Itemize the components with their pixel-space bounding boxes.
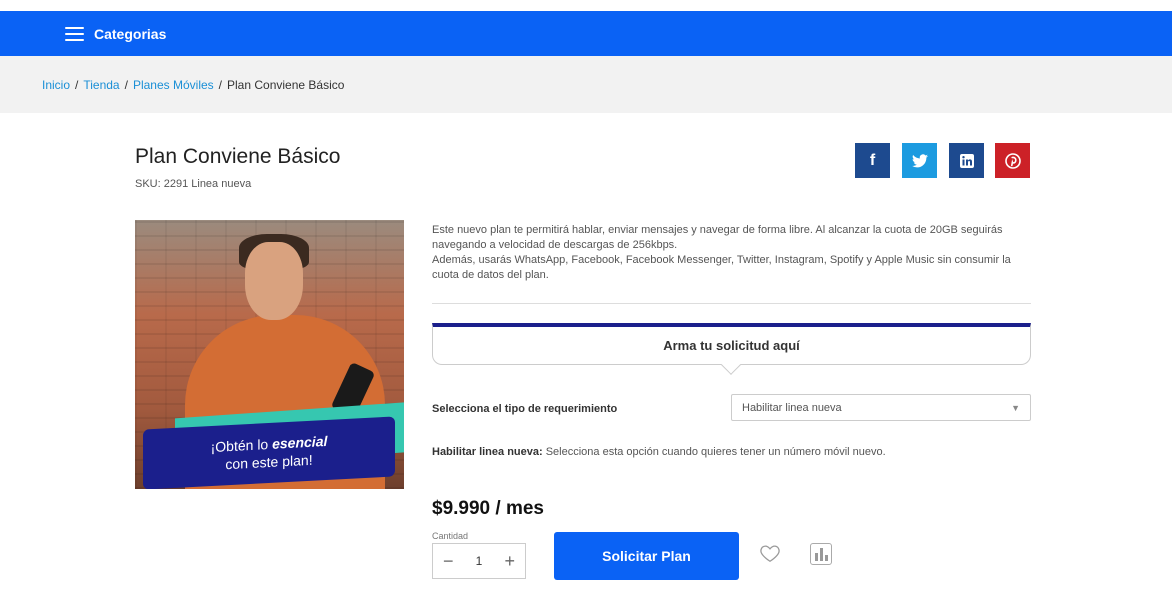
- pinterest-share-button[interactable]: [995, 143, 1030, 178]
- breadcrumb-home[interactable]: Inicio: [42, 78, 70, 92]
- linkedin-icon: [959, 153, 974, 168]
- help-bold: Habilitar linea nueva:: [432, 446, 543, 458]
- breadcrumb-mobile-plans[interactable]: Planes Móviles: [133, 78, 214, 92]
- quantity-label: Cantidad: [432, 531, 469, 541]
- categories-button[interactable]: Categorias: [94, 26, 166, 42]
- heart-icon[interactable]: [759, 542, 781, 564]
- twitter-icon: [911, 153, 928, 167]
- request-plan-button[interactable]: Solicitar Plan: [554, 532, 739, 580]
- product-image: ¡Obtén lo esencial con este plan!: [135, 220, 404, 489]
- breadcrumb-separator: /: [75, 77, 79, 92]
- increment-button[interactable]: +: [504, 551, 515, 572]
- top-navbar: Categorias: [0, 11, 1172, 56]
- promo-text-line2: con este plan!: [225, 451, 313, 473]
- requirement-select[interactable]: Habilitar linea nueva ▼: [731, 394, 1031, 421]
- promo-text: ¡Obtén lo: [210, 435, 273, 456]
- requirement-help: Habilitar linea nueva: Selecciona esta o…: [432, 446, 886, 458]
- pinterest-icon: [1004, 152, 1021, 169]
- promo-emphasis: esencial: [272, 432, 328, 452]
- chevron-down-icon: ▼: [1011, 402, 1020, 413]
- facebook-icon: f: [869, 151, 876, 169]
- requirement-select-value: Habilitar linea nueva: [742, 401, 842, 414]
- decrement-button[interactable]: −: [443, 551, 454, 572]
- compare-icon[interactable]: [810, 543, 832, 565]
- divider: [432, 303, 1031, 304]
- description-paragraph: Además, usarás WhatsApp, Facebook, Faceb…: [432, 254, 1011, 281]
- breadcrumb-separator: /: [124, 77, 128, 92]
- breadcrumb-store[interactable]: Tienda: [83, 78, 119, 92]
- breadcrumb: Inicio / Tienda / Planes Móviles / Plan …: [0, 56, 1172, 113]
- breadcrumb-current: Plan Conviene Básico: [227, 77, 345, 92]
- breadcrumb-separator: /: [218, 77, 222, 92]
- product-sku: SKU: 2291 Linea nueva: [135, 178, 252, 190]
- product-description: Este nuevo plan te permitirá hablar, env…: [432, 223, 1032, 283]
- product-price: $9.990 / mes: [432, 498, 544, 519]
- menu-icon[interactable]: [65, 26, 84, 41]
- promo-banner: ¡Obtén lo esencial con este plan!: [143, 416, 395, 489]
- twitter-share-button[interactable]: [902, 143, 937, 178]
- help-text: Selecciona esta opción cuando quieres te…: [542, 446, 886, 458]
- description-paragraph: Este nuevo plan te permitirá hablar, env…: [432, 224, 1003, 251]
- quantity-value[interactable]: 1: [476, 554, 483, 568]
- product-title: Plan Conviene Básico: [135, 145, 341, 168]
- facebook-share-button[interactable]: f: [855, 143, 890, 178]
- requirement-label: Selecciona el tipo de requerimiento: [432, 403, 618, 415]
- quantity-stepper[interactable]: − 1 +: [432, 543, 526, 579]
- linkedin-share-button[interactable]: [949, 143, 984, 178]
